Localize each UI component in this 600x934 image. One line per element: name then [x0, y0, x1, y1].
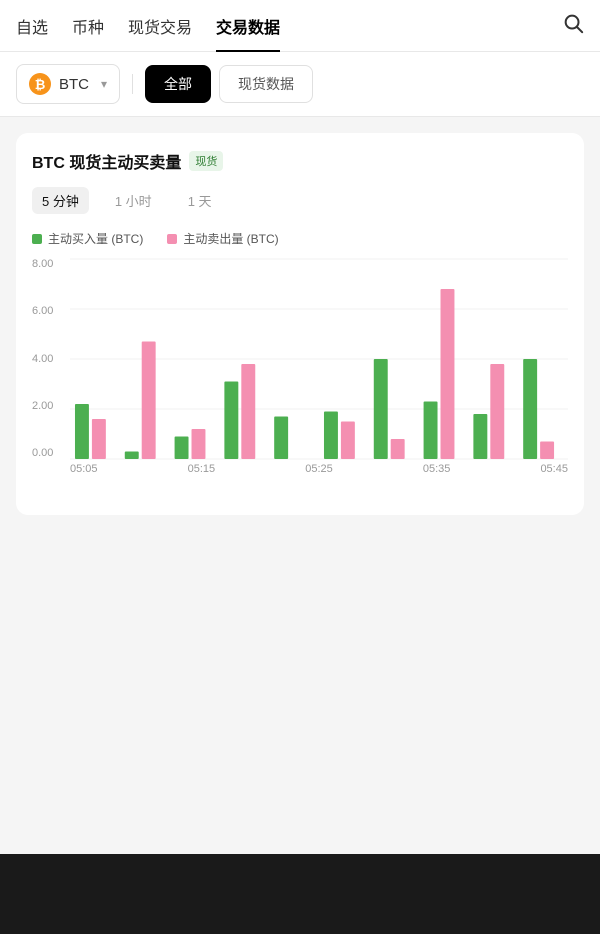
main-content: BTC 现货主动买卖量 现货 5 分钟 1 小时 1 天 主动买入量 (BTC)…	[0, 117, 600, 817]
time-tabs: 5 分钟 1 小时 1 天	[32, 187, 568, 214]
nav-item-spot-trade[interactable]: 现货交易	[128, 0, 192, 52]
filter-btn-all[interactable]: 全部	[145, 65, 211, 103]
x-label-0535: 05:35	[423, 463, 451, 475]
y-labels: 8.00 6.00 4.00 2.00 0.00	[32, 259, 53, 459]
time-tab-1h[interactable]: 1 小时	[105, 187, 162, 214]
x-label-0525: 05:25	[305, 463, 333, 475]
legend-sell-label: 主动卖出量 (BTC)	[183, 230, 278, 247]
filter-row: ₿ BTC ▾ 全部 现货数据	[0, 52, 600, 117]
card-title-text: BTC 现货主动买卖量	[32, 149, 181, 173]
bar-chart-svg	[70, 259, 568, 459]
legend-buy-dot	[32, 234, 42, 244]
card-title: BTC 现货主动买卖量 现货	[32, 149, 568, 173]
bottom-bar	[0, 854, 600, 934]
y-label-6: 6.00	[32, 306, 53, 317]
x-labels: 05:05 05:15 05:25 05:35 05:45	[70, 463, 568, 475]
legend-sell: 主动卖出量 (BTC)	[167, 230, 278, 247]
btc-icon: ₿	[29, 73, 51, 95]
filter-buttons: 全部 现货数据	[145, 65, 313, 103]
legend-buy-label: 主动买入量 (BTC)	[48, 230, 143, 247]
spot-badge: 现货	[189, 151, 223, 171]
y-label-0: 0.00	[32, 448, 53, 459]
top-nav: 自选 币种 现货交易 交易数据	[0, 0, 600, 52]
nav-item-coins[interactable]: 币种	[72, 0, 104, 52]
x-label-0505: 05:05	[70, 463, 98, 475]
x-label-0545: 05:45	[540, 463, 568, 475]
legend-sell-dot	[167, 234, 177, 244]
filter-btn-spot[interactable]: 现货数据	[219, 65, 313, 103]
y-label-8: 8.00	[32, 259, 53, 270]
y-label-4: 4.00	[32, 354, 53, 365]
nav-item-watchlist[interactable]: 自选	[16, 0, 48, 52]
x-label-0515: 05:15	[188, 463, 216, 475]
coin-selector[interactable]: ₿ BTC ▾	[16, 64, 120, 104]
chart-legend: 主动买入量 (BTC) 主动卖出量 (BTC)	[32, 230, 568, 247]
y-label-2: 2.00	[32, 401, 53, 412]
chart-area	[70, 259, 568, 459]
search-icon[interactable]	[562, 12, 584, 40]
legend-buy: 主动买入量 (BTC)	[32, 230, 143, 247]
nav-items: 自选 币种 现货交易 交易数据	[16, 0, 280, 52]
nav-item-trade-data[interactable]: 交易数据	[216, 0, 280, 52]
chevron-down-icon: ▾	[101, 77, 107, 91]
time-tab-1d[interactable]: 1 天	[178, 187, 222, 214]
coin-label: BTC	[59, 76, 89, 93]
time-tab-5min[interactable]: 5 分钟	[32, 187, 89, 214]
chart-card: BTC 现货主动买卖量 现货 5 分钟 1 小时 1 天 主动买入量 (BTC)…	[16, 133, 584, 515]
separator	[132, 74, 133, 94]
chart-container: 8.00 6.00 4.00 2.00 0.00 05:05	[32, 259, 568, 499]
